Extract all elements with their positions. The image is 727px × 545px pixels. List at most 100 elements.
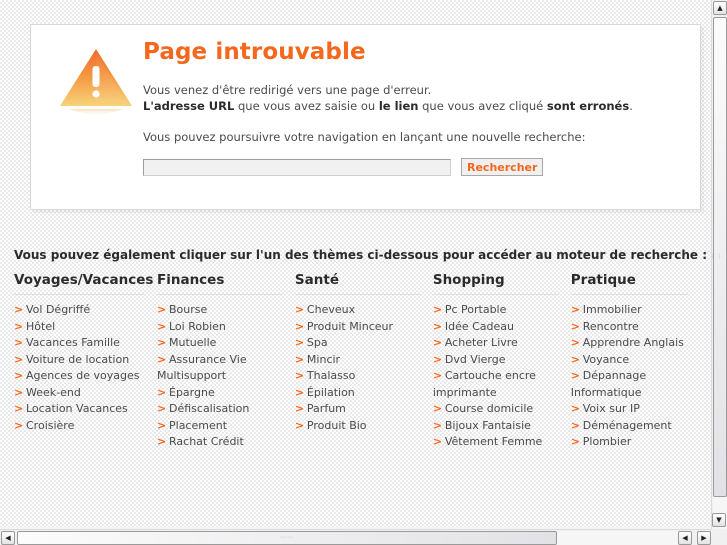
theme-link[interactable]: imprimante [433,385,571,401]
theme-link-label: Vol Dégriffé [26,303,91,316]
theme-link-label: Dépannage [582,369,647,382]
theme-link[interactable]: > Vol Dégriffé [14,302,157,318]
theme-link-label: Idée Cadeau [444,319,514,333]
error-line-2-end: . [629,99,633,113]
search-input[interactable] [143,158,451,176]
theme-column-heading: Voyages/Vacances [14,272,153,295]
theme-column: Voyages/Vacances > Vol Dégriffé > Hôtel > Vaca… [14,272,157,451]
theme-link[interactable]: > Location Vacances [14,401,157,417]
theme-link[interactable]: > Produit Bio [295,418,433,434]
theme-link-label: Produit Bio [306,418,367,432]
theme-link[interactable]: > Parfum [295,401,433,417]
theme-link[interactable]: Multisupport [157,368,295,384]
error-line-1: Vous venez d'être redirigé vers une page… [143,83,432,97]
theme-link[interactable]: > Épilation [295,385,433,401]
horizontal-scrollbar[interactable]: ◀ ⋯⋯ ◀ ▶ [0,529,727,545]
scroll-left-button-secondary[interactable]: ◀ [678,531,692,545]
warning-triangle-icon [53,39,139,125]
chevron-right-icon: > [14,352,24,366]
theme-link[interactable]: > Déménagement [571,418,701,434]
theme-link-label: Cartouche encre [444,369,536,382]
scroll-left-button[interactable]: ◀ [1,531,15,545]
theme-link[interactable]: > Voyance [571,352,701,368]
theme-link[interactable]: > Course domicile [433,401,571,417]
chevron-right-icon: > [570,435,580,448]
theme-link[interactable]: > Mincir [295,352,433,368]
theme-link[interactable]: > Défiscalisation [157,401,295,417]
chevron-right-icon: > [14,402,24,415]
theme-link[interactable]: > Plombier [571,434,701,450]
theme-link[interactable]: > Épargne [157,385,295,401]
theme-link-label: Voiture de location [26,352,130,366]
search-button[interactable]: Rechercher [461,158,544,176]
theme-link[interactable]: > Bourse [157,302,295,318]
theme-link[interactable]: > Pc Portable [433,302,571,318]
theme-link[interactable]: > Rencontre [571,319,701,335]
theme-link[interactable]: > Week-end [14,385,157,401]
chevron-right-icon: > [432,435,443,448]
theme-link-label: Défiscalisation [169,402,250,415]
chevron-right-icon: > [432,418,443,432]
theme-link[interactable]: > Dvd Vierge [433,352,571,368]
error-line-2-wrong: sont erronés [546,99,630,113]
scroll-down-button[interactable]: ▼ [712,513,726,527]
theme-link-label: Rencontre [582,319,639,333]
scroll-up-button[interactable]: ▲ [713,1,727,15]
theme-link-label: Acheter Livre [444,336,518,349]
scroll-right-button[interactable]: ▶ [697,531,711,545]
theme-link-label: Thalasso [306,369,356,382]
horizontal-scrollbar-thumb[interactable]: ⋯⋯ [17,531,557,545]
theme-link[interactable]: > Croisière [14,418,157,434]
theme-column: Shopping > Pc Portable > Idée Cadeau > Acheter… [432,272,571,451]
browser-page: Page introuvable Vous venez d'être redir… [0,0,727,545]
theme-link-label: Spa [306,336,328,349]
chevron-right-icon: > [432,336,443,349]
theme-link[interactable]: > Immobilier [571,302,701,318]
theme-link[interactable]: > Voiture de location [14,352,157,368]
theme-link[interactable]: > Apprendre Anglais [571,335,701,351]
chevron-right-icon: > [570,402,580,415]
theme-link-label: Produit Minceur [306,319,394,333]
theme-link[interactable]: > Spa [295,335,433,351]
chevron-right-icon: > [570,369,580,382]
theme-link[interactable]: > Vacances Famille [14,335,157,351]
theme-link[interactable]: > Rachat Crédit [157,434,295,450]
vertical-scrollbar-thumb[interactable]: ⋮⋮⋮ [710,17,727,497]
theme-link[interactable]: > Hôtel [14,319,157,335]
theme-link[interactable]: > Placement [157,418,295,434]
theme-link[interactable]: > Voix sur IP [571,401,701,417]
chevron-right-icon: > [157,303,167,316]
theme-link[interactable]: > Cartouche encre [433,368,571,384]
theme-link[interactable]: Informatique [571,385,701,401]
error-line-2-mid2: que vous avez cliqué [418,99,547,113]
theme-column-heading: Santé [294,272,421,295]
theme-link-list: > Bourse > Loi Robien > Mutuelle > Assurance Vi… [157,302,295,450]
theme-link-label: Vêtement Femme [444,435,543,448]
chevron-right-icon: > [14,418,24,432]
theme-link-label: Mincir [306,352,341,366]
themes-intro: Vous pouvez également cliquer sur l'un d… [14,248,707,262]
theme-link[interactable]: > Thalasso [295,368,433,384]
page-title: Page introuvable [143,39,366,65]
chevron-left-icon: ◀ [682,533,688,542]
vertical-scrollbar[interactable]: ▲ ⋮⋮⋮ [710,0,727,529]
theme-link[interactable]: > Mutuelle [157,335,295,351]
themes-columns: Voyages/Vacances > Vol Dégriffé > Hôtel > Vaca… [14,272,701,451]
theme-link[interactable]: > Loi Robien [157,319,295,335]
theme-link[interactable]: > Cheveux [295,302,433,318]
theme-link[interactable]: > Bijoux Fantaisie [433,418,571,434]
theme-link[interactable]: > Idée Cadeau [433,319,571,335]
theme-column: Finances > Bourse > Loi Robien > Mutuelle > Assu… [157,272,295,451]
theme-link[interactable]: > Assurance Vie [157,352,295,368]
theme-link-label: Loi Robien [169,319,226,333]
theme-link-label: Épargne [169,385,215,399]
theme-link-label: Cheveux [306,303,356,316]
theme-link-label: Informatique [570,385,642,399]
chevron-right-icon: > [432,369,443,382]
theme-link[interactable]: > Dépannage [571,368,701,384]
theme-link-label: Location Vacances [26,402,128,415]
theme-link[interactable]: > Vêtement Femme [433,434,571,450]
theme-link[interactable]: > Agences de voyages [14,368,157,384]
theme-link[interactable]: > Produit Minceur [295,319,433,335]
theme-link[interactable]: > Acheter Livre [433,335,571,351]
